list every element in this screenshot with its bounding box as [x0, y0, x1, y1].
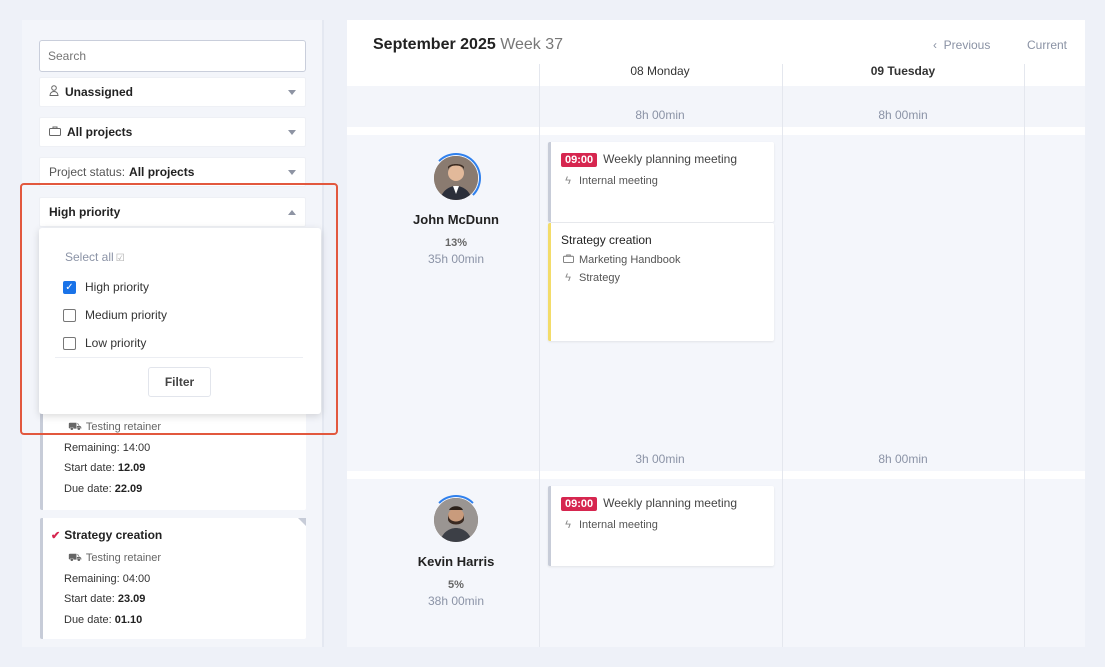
person-hours: 35h 00min — [427, 252, 485, 266]
project-status-dropdown[interactable]: Project status: All projects — [39, 157, 306, 187]
chevron-down-icon — [288, 90, 296, 95]
user-icon — [49, 85, 59, 99]
chevron-down-icon — [288, 170, 296, 175]
priority-filter-popup: Select all ☑ ✓ High priority Medium priori… — [39, 228, 321, 414]
event-project: Marketing Handbook — [561, 254, 764, 266]
lane-separator — [347, 127, 1085, 135]
task-due-date: Due date: 01.10 — [64, 614, 143, 626]
person-name: Kevin Harris — [417, 554, 495, 569]
person-utilization: 5% — [448, 579, 464, 591]
day-header-tuesday: 09 Tuesday — [870, 64, 936, 78]
project-status-prefix: Project status: — [49, 165, 126, 179]
sidebar-divider — [322, 20, 324, 647]
popup-divider — [55, 357, 303, 358]
project-status-label: All projects — [129, 165, 195, 179]
day-column-divider — [539, 64, 540, 647]
person-name: John McDunn — [413, 212, 499, 227]
priority-option-medium[interactable]: Medium priority — [63, 308, 167, 322]
calendar-header: September 2025 Week 37 ‹ Previous Curren… — [347, 20, 1085, 86]
assignee-filter-label: Unassigned — [65, 85, 134, 99]
select-all-toggle[interactable]: Select all ☑ — [65, 250, 125, 264]
priority-option-low[interactable]: Low priority — [63, 336, 146, 350]
day-column-divider — [782, 64, 783, 647]
day-header-monday: 08 Monday — [630, 64, 690, 78]
calendar-view: September 2025 Week 37 ‹ Previous Curren… — [347, 20, 1085, 647]
project-filter-label: All projects — [67, 125, 133, 139]
chevron-down-icon — [288, 130, 296, 135]
filter-button[interactable]: Filter — [148, 367, 211, 397]
event-type: ϟ Internal meeting — [561, 519, 764, 531]
checkbox[interactable] — [63, 336, 76, 350]
day-column-divider — [1024, 64, 1025, 647]
calendar-event[interactable]: Strategy creation Marketing Handbook ϟ St… — [548, 223, 774, 341]
event-type: ϟ Strategy — [561, 272, 764, 284]
day-summary-tuesday: 8h 00min — [878, 108, 928, 122]
event-title: Strategy creation — [561, 233, 652, 247]
priority-filter-dropdown[interactable]: High priority — [39, 197, 306, 227]
person-utilization: 13% — [444, 237, 468, 249]
task-title-row: ✔ Strategy creation — [51, 528, 162, 542]
event-title: Weekly planning meeting — [603, 152, 737, 166]
checkbox[interactable] — [63, 308, 76, 322]
lightning-icon: ϟ — [565, 519, 571, 531]
task-remaining: Remaining: 04:00 — [64, 573, 151, 585]
lightning-icon: ϟ — [565, 272, 571, 284]
day-total-tuesday: 8h 00min — [878, 452, 928, 466]
task-due-date: Due date: 22.09 — [64, 483, 143, 495]
person-info: John McDunn 13% 35h 00min — [373, 153, 539, 266]
checkbox-checked[interactable]: ✓ — [63, 280, 76, 294]
avatar[interactable] — [434, 498, 478, 542]
search-input[interactable] — [39, 40, 306, 72]
priority-filter-label: High priority — [49, 205, 121, 219]
calendar-event[interactable]: 09:00 Weekly planning meeting ϟ Internal m… — [548, 142, 774, 222]
current-week-button[interactable]: Current — [1027, 38, 1067, 52]
project-icon: ⛟ — [68, 552, 82, 564]
event-time: 09:00 — [561, 497, 598, 511]
chevron-up-icon — [288, 210, 296, 215]
task-project: ⛟ Testing retainer — [68, 421, 162, 433]
event-title: Weekly planning meeting — [603, 496, 737, 510]
checkbox-icon: ☑ — [115, 253, 125, 264]
briefcase-icon — [49, 126, 61, 139]
event-type: ϟ Internal meeting — [561, 175, 764, 187]
project-icon: ⛟ — [68, 421, 82, 433]
calendar-title: September 2025 Week 37 — [373, 36, 564, 53]
task-start-date: Start date: 12.09 — [64, 462, 146, 474]
person-hours: 38h 00min — [427, 594, 485, 608]
lane-separator — [347, 471, 1085, 479]
task-title: Strategy creation — [64, 528, 163, 542]
event-time: 09:00 — [561, 153, 598, 167]
priority-option-high[interactable]: ✓ High priority — [63, 280, 149, 294]
task-project: ⛟ Testing retainer — [68, 552, 162, 564]
project-filter-dropdown[interactable]: All projects — [39, 117, 306, 147]
day-summary-monday: 8h 00min — [635, 108, 685, 122]
previous-week-button[interactable]: ‹ Previous — [933, 38, 990, 52]
task-card[interactable]: ⛟ Testing retainer Remaining: 14:00 Start… — [40, 410, 306, 510]
calendar-event[interactable]: 09:00 Weekly planning meeting ϟ Internal m… — [548, 486, 774, 566]
assignee-filter-dropdown[interactable]: Unassigned — [39, 77, 306, 107]
task-start-date: Start date: 23.09 — [64, 593, 146, 605]
check-icon: ✔ — [51, 530, 61, 542]
avatar[interactable] — [434, 156, 478, 200]
chevron-left-icon: ‹ — [933, 38, 937, 52]
lightning-icon: ϟ — [565, 175, 571, 187]
corner-fold-icon — [298, 518, 306, 526]
task-card[interactable]: ✔ Strategy creation ⛟ Testing retainer Rem… — [40, 518, 306, 639]
task-remaining: Remaining: 14:00 — [64, 442, 151, 454]
day-total-monday: 3h 00min — [635, 452, 685, 466]
briefcase-icon — [561, 254, 575, 266]
person-info: Kevin Harris 5% 38h 00min — [373, 495, 539, 608]
